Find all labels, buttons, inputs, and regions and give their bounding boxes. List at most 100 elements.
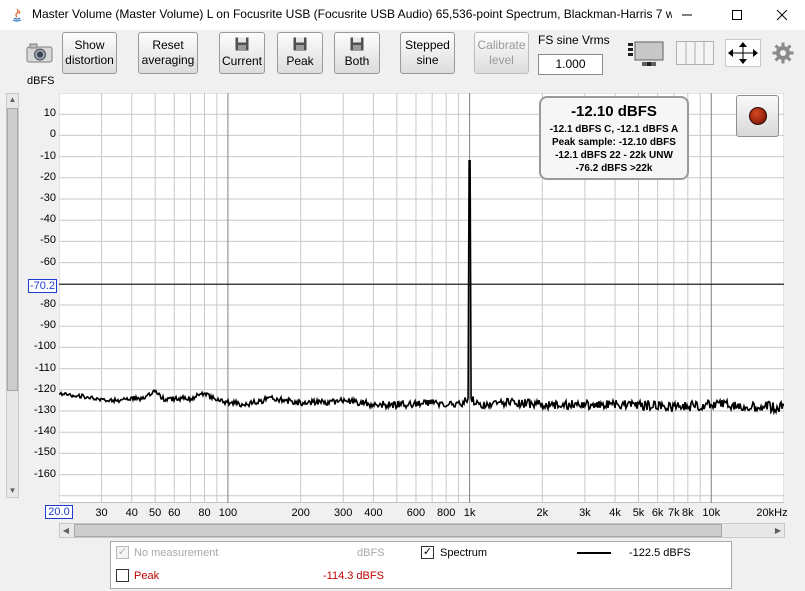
save-icon: [293, 37, 307, 51]
maximize-icon: [732, 10, 742, 20]
toolbar: Show distortion Reset averaging Current …: [0, 30, 805, 78]
legend-panel: ✓ No measurement dBFS ✓ Spectrum -122.5 …: [110, 541, 732, 589]
y-tick-label: -10: [40, 149, 56, 162]
current-label: Current: [221, 54, 262, 68]
stepped-sine-label: Stepped sine: [405, 38, 450, 67]
no-measurement-checkbox[interactable]: ✓: [116, 546, 129, 559]
readout-line4: -76.2 dBFS >22k: [575, 163, 653, 174]
peak-checkbox[interactable]: [116, 569, 129, 582]
spectrum-value: -122.5 dBFS: [629, 547, 691, 559]
x-tick-label: 10k: [702, 507, 721, 519]
x-tick-label: 200: [291, 507, 310, 519]
no-measurement-label: No measurement: [134, 547, 219, 559]
readout-main: -12.10 dBFS: [571, 103, 657, 120]
fs-sine-label: FS sine Vrms: [538, 33, 610, 47]
scroll-right-icon[interactable]: ▶: [772, 524, 784, 537]
spectrum-checkbox[interactable]: ✓: [421, 546, 434, 559]
x-tick-label: 6k: [651, 507, 664, 519]
minimize-icon: [682, 14, 692, 16]
save-icon: [350, 37, 364, 51]
peak-legend-label: Peak: [134, 570, 160, 582]
y-tick-label: -110: [34, 361, 56, 374]
x-tick-label: 2k: [536, 507, 549, 519]
both-button[interactable]: Both: [334, 32, 380, 74]
record-icon: [749, 107, 767, 125]
capture-button[interactable]: [736, 95, 779, 137]
x-tick-label: 600: [406, 507, 426, 519]
scroll-up-icon[interactable]: ▲: [8, 94, 17, 106]
horizontal-scrollbar[interactable]: ◀ ▶: [59, 523, 785, 538]
scroll-thumb-horizontal[interactable]: [74, 524, 722, 537]
x-tick-label: 7k: [668, 507, 680, 519]
show-distortion-label: Show distortion: [65, 38, 114, 67]
y-tick-label: -160: [33, 467, 56, 480]
save-icon: [235, 37, 249, 51]
layout-icon[interactable]: [628, 39, 668, 67]
camera-icon[interactable]: [26, 42, 54, 64]
x-tick-label: 60: [168, 507, 181, 519]
x-tick-label: 100: [218, 507, 238, 519]
peak-button[interactable]: Peak: [277, 32, 323, 74]
vertical-scrollbar[interactable]: ▲ ▼: [6, 93, 19, 498]
x-tick-label: 3k: [579, 507, 591, 519]
fs-sine-input[interactable]: 1.000: [538, 54, 603, 75]
x-tick-label: 8k: [682, 507, 694, 519]
y-tick-label: 0: [49, 128, 56, 141]
peak-legend-value: -114.3 dBFS: [323, 570, 384, 582]
peak-label: Peak: [286, 54, 314, 68]
x-tick-label: 4k: [609, 507, 621, 519]
title-bar: Master Volume (Master Volume) L on Focus…: [0, 0, 805, 30]
x-tick-label: 50: [149, 507, 162, 519]
gear-icon[interactable]: [772, 42, 794, 64]
x-tick-label: 30: [95, 507, 108, 519]
y-tick-label: -120: [33, 382, 56, 395]
y-cursor-readout[interactable]: -70.2: [28, 279, 57, 293]
y-tick-label: -30: [40, 192, 56, 204]
x-tick-label: 80: [198, 507, 211, 519]
show-distortion-button[interactable]: Show distortion: [62, 32, 117, 74]
stepped-sine-button[interactable]: Stepped sine: [400, 32, 455, 74]
x-tick-label: 300: [334, 507, 353, 519]
x-tick-label: 5k: [632, 507, 645, 519]
x-tick-label: 1k: [463, 507, 476, 519]
y-tick-label: -50: [40, 234, 56, 247]
pan-arrows-icon[interactable]: [725, 39, 761, 67]
x-cursor-readout[interactable]: 20.0: [45, 505, 73, 519]
y-tick-label: -40: [40, 213, 56, 226]
current-button[interactable]: Current: [219, 32, 265, 74]
readout-line2: Peak sample: -12.10 dBFS: [552, 137, 676, 148]
both-label: Both: [344, 54, 370, 68]
y-tick-label: -130: [33, 404, 56, 416]
close-button[interactable]: [759, 0, 805, 30]
y-tick-label: -100: [33, 340, 56, 353]
x-tick-label: 40: [125, 507, 138, 519]
window-title: Master Volume (Master Volume) L on Focus…: [32, 7, 672, 21]
close-icon: [776, 9, 788, 21]
reset-averaging-button[interactable]: Reset averaging: [138, 32, 198, 74]
columns-icon[interactable]: [676, 41, 714, 65]
readout-line3: -12.1 dBFS 22 - 22k UNW: [555, 150, 673, 161]
no-measurement-value: dBFS: [357, 547, 385, 559]
spectrum-swatch: [577, 552, 611, 554]
calibrate-level-button[interactable]: Calibrate level: [474, 32, 529, 74]
x-tick-label: 400: [364, 507, 383, 519]
y-tick-label: -80: [40, 298, 56, 310]
scroll-left-icon[interactable]: ◀: [60, 524, 72, 537]
level-readout: -12.10 dBFS -12.1 dBFS C, -12.1 dBFS A P…: [539, 96, 689, 180]
y-tick-label: -60: [40, 255, 56, 268]
scroll-thumb[interactable]: [7, 108, 18, 391]
x-tick-label: 800: [436, 507, 456, 519]
y-tick-label: 10: [43, 107, 56, 120]
scroll-down-icon[interactable]: ▼: [8, 485, 17, 497]
y-tick-label: -20: [40, 170, 56, 183]
maximize-button[interactable]: [714, 0, 760, 30]
y-tick-label: -90: [40, 319, 56, 332]
calibrate-level-label: Calibrate level: [477, 38, 526, 67]
y-tick-label: -150: [33, 446, 56, 459]
spectrum-label: Spectrum: [440, 547, 488, 559]
minimize-button[interactable]: [664, 0, 710, 30]
x-tick-label: 20kHz: [756, 507, 788, 519]
y-tick-label: -140: [33, 425, 56, 438]
y-unit-label: dBFS: [27, 75, 55, 87]
reset-averaging-label: Reset averaging: [141, 38, 195, 67]
